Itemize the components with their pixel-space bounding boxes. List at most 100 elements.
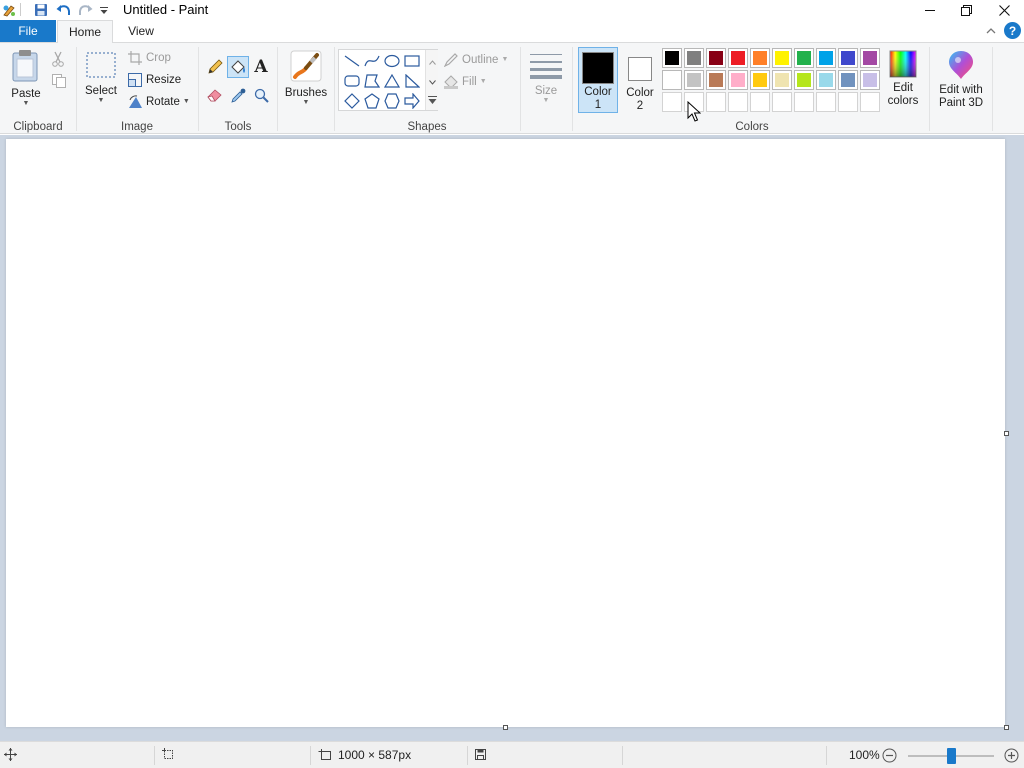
group-divider xyxy=(929,47,930,131)
canvas-size-indicator: 1000 × 587px xyxy=(318,748,411,762)
undo-icon[interactable] xyxy=(55,2,71,18)
rotate-button[interactable]: Rotate ▼ xyxy=(127,93,190,111)
chevron-up-icon xyxy=(986,27,996,33)
mouse-pointer-icon xyxy=(687,101,701,122)
image-group-label: Image xyxy=(121,121,153,133)
zoom-level: 100% xyxy=(849,748,880,762)
expand-gallery-icon[interactable] xyxy=(428,94,437,108)
tab-file[interactable]: File xyxy=(0,20,56,42)
quick-access-divider xyxy=(20,3,21,16)
text-tool-icon[interactable]: A xyxy=(251,56,271,78)
minimize-icon xyxy=(925,10,935,11)
outline-label: Outline xyxy=(462,54,499,66)
paint-app-icon[interactable] xyxy=(1,2,17,18)
group-divider xyxy=(520,47,521,131)
close-button[interactable] xyxy=(986,0,1022,20)
group-divider xyxy=(992,47,993,131)
rotate-dropdown-icon: ▼ xyxy=(182,98,190,105)
polygon-shape-icon[interactable] xyxy=(362,71,382,91)
rectangle-shape-icon[interactable] xyxy=(402,51,422,71)
select-dropdown-icon: ▼ xyxy=(97,97,105,104)
brushes-group: Brushes ▼ xyxy=(278,43,334,135)
oval-shape-icon[interactable] xyxy=(382,51,402,71)
size-button[interactable]: Size ▼ xyxy=(526,51,566,105)
zoom-in-button[interactable] xyxy=(1004,748,1019,763)
zoom-out-icon xyxy=(882,748,897,763)
minimize-ribbon-button[interactable] xyxy=(984,23,998,37)
outline-brush-icon xyxy=(443,52,459,68)
rotate-icon xyxy=(127,94,143,110)
outline-button[interactable]: Outline ▼ xyxy=(443,51,508,69)
scroll-up-icon[interactable] xyxy=(429,54,436,68)
drawing-canvas[interactable] xyxy=(6,139,1005,727)
window-title: Untitled - Paint xyxy=(123,2,209,17)
paint3d-label-line1: Edit with xyxy=(939,84,983,96)
canvas-resize-handle-right[interactable] xyxy=(1004,431,1009,436)
fill-button[interactable]: Fill ▼ xyxy=(443,73,487,91)
brushes-button[interactable]: Brushes ▼ xyxy=(282,49,330,107)
paste-button[interactable]: Paste ▼ xyxy=(5,49,47,108)
line-size-icon xyxy=(530,54,562,79)
crop-label: Crop xyxy=(146,52,171,64)
tab-view[interactable]: View xyxy=(116,20,166,42)
eraser-icon[interactable] xyxy=(205,85,225,105)
shapes-gallery xyxy=(338,49,438,111)
fill-bucket-icon[interactable] xyxy=(227,56,249,78)
zoom-out-button[interactable] xyxy=(882,748,897,763)
magnifier-icon[interactable] xyxy=(251,85,271,105)
select-rectangle-icon xyxy=(86,52,116,78)
pentagon-shape-icon[interactable] xyxy=(362,91,382,111)
image-group: Select ▼ Crop Resize Rotate ▼ Image xyxy=(77,43,197,135)
zoom-slider-track[interactable] xyxy=(908,748,994,764)
outline-dropdown-icon: ▼ xyxy=(501,56,509,63)
zoom-slider-thumb[interactable] xyxy=(947,748,956,764)
tools-group-label: Tools xyxy=(224,121,252,133)
status-divider xyxy=(467,746,468,765)
crop-button[interactable]: Crop xyxy=(127,49,171,67)
rounded-rectangle-shape-icon[interactable] xyxy=(342,71,362,91)
canvas-workspace[interactable] xyxy=(0,135,1024,741)
selection-size-icon xyxy=(162,748,175,761)
hexagon-shape-icon[interactable] xyxy=(382,91,402,111)
brush-icon xyxy=(290,50,322,82)
right-triangle-shape-icon[interactable] xyxy=(402,71,422,91)
size-label: Size xyxy=(534,85,558,97)
line-shape-icon[interactable] xyxy=(342,51,362,71)
triangle-shape-icon[interactable] xyxy=(382,71,402,91)
select-label: Select xyxy=(85,85,117,97)
resize-button[interactable]: Resize xyxy=(127,71,181,89)
help-button[interactable]: ? xyxy=(1004,22,1021,39)
color-picker-icon[interactable] xyxy=(228,85,248,105)
status-bar: 1000 × 587px 100% xyxy=(0,741,1024,768)
paint3d-label-line2: Paint 3D xyxy=(938,97,984,109)
canvas-resize-handle-bottom[interactable] xyxy=(503,725,508,730)
restore-button[interactable] xyxy=(948,0,984,20)
redo-icon[interactable] xyxy=(77,2,93,18)
canvas-resize-handle-corner[interactable] xyxy=(1004,725,1009,730)
copy-icon[interactable] xyxy=(51,73,67,92)
clipboard-group-label: Clipboard xyxy=(13,121,63,133)
right-arrow-shape-icon[interactable] xyxy=(402,91,422,111)
status-divider xyxy=(622,746,623,765)
shapes-gallery-scrollbar[interactable] xyxy=(425,50,438,110)
paint3d-icon xyxy=(949,51,973,79)
select-button[interactable]: Select ▼ xyxy=(81,51,121,105)
scroll-down-icon[interactable] xyxy=(429,74,436,88)
brushes-dropdown-icon: ▼ xyxy=(302,99,310,106)
colors-group-label: Colors xyxy=(735,121,769,133)
file-size-icon xyxy=(474,748,487,761)
save-icon[interactable] xyxy=(33,2,49,18)
edit-with-paint3d-button[interactable]: Edit with Paint 3D xyxy=(933,49,989,110)
fill-icon xyxy=(443,74,459,90)
diamond-shape-icon[interactable] xyxy=(342,91,362,111)
brushes-label: Brushes xyxy=(284,87,328,99)
crop-icon xyxy=(127,50,143,66)
pencil-icon[interactable] xyxy=(205,57,225,77)
cut-icon[interactable] xyxy=(51,51,65,70)
minimize-button[interactable] xyxy=(912,0,948,20)
tab-home[interactable]: Home xyxy=(57,20,113,43)
paste-dropdown-icon: ▼ xyxy=(22,100,30,107)
curve-shape-icon[interactable] xyxy=(362,51,382,71)
customize-toolbar-icon[interactable] xyxy=(96,2,112,18)
status-divider xyxy=(154,746,155,765)
